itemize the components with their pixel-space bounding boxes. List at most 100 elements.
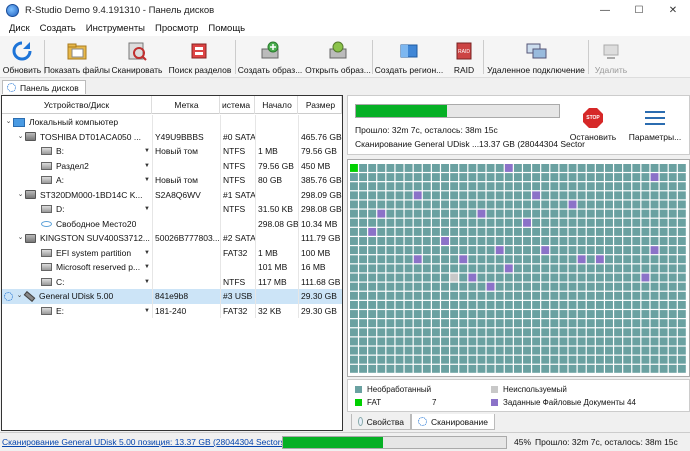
table-row[interactable]: A: ▼ Новый том NTFS 80 GB 385.76 GB xyxy=(2,173,342,188)
table-row[interactable]: ⌄ KINGSTON SUV400S3712... 50026B777803... #… xyxy=(2,231,342,246)
map-cell-unprocessed xyxy=(532,173,541,182)
map-cell-unprocessed xyxy=(623,291,632,300)
table-row[interactable]: C: ▼ NTFS 117 MB 111.68 GB xyxy=(2,274,342,290)
table-row[interactable]: Раздел2 ▼ NTFS 79.56 GB 450 MB xyxy=(2,158,342,174)
show-files-button[interactable]: Показать файлы xyxy=(44,36,110,78)
scan-button[interactable]: Сканировать xyxy=(109,36,165,78)
map-cell-unprocessed xyxy=(595,218,604,227)
chevron-down-icon[interactable]: ⌄ xyxy=(16,188,25,203)
map-cell-document xyxy=(377,209,386,218)
table-row[interactable]: B: ▼ Новый том NTFS 1 MB 79.56 GB xyxy=(2,144,342,159)
create-region-button[interactable]: Создать регион... xyxy=(373,36,445,78)
row-dropdown-icon[interactable]: ▼ xyxy=(144,144,150,159)
create-image-button[interactable]: Создать образ... xyxy=(236,36,304,78)
map-cell-unprocessed xyxy=(559,237,568,245)
header-system[interactable]: истема xyxy=(220,96,255,114)
map-cell-unprocessed xyxy=(450,300,459,309)
map-cell-unprocessed xyxy=(568,319,577,328)
chevron-down-icon[interactable]: ⌄ xyxy=(15,289,24,304)
row-dropdown-icon[interactable]: ▼ xyxy=(144,304,150,319)
map-cell-unprocessed xyxy=(586,209,595,218)
chevron-down-icon[interactable]: ⌄ xyxy=(4,115,13,130)
map-cell-unprocessed xyxy=(641,227,650,236)
menu-help[interactable]: Помощь xyxy=(203,23,250,34)
find-partitions-button[interactable]: Поиск разделов xyxy=(165,36,235,78)
map-cell-unprocessed xyxy=(668,300,677,309)
map-cell-unprocessed xyxy=(513,237,522,245)
map-cell-unprocessed xyxy=(386,282,395,291)
map-cell-unprocessed xyxy=(422,218,431,227)
map-cell-unprocessed xyxy=(532,246,541,255)
row-dropdown-icon[interactable]: ▼ xyxy=(144,246,150,261)
map-cell-unprocessed xyxy=(395,164,404,172)
table-row[interactable]: D: ▼ NTFS 31.50 KB 298.08 GB xyxy=(2,202,342,217)
map-cell-unprocessed xyxy=(541,255,550,264)
tab-disk-panel[interactable]: Панель дисков xyxy=(2,80,86,94)
menu-tools[interactable]: Инструменты xyxy=(81,23,150,34)
map-cell-unprocessed xyxy=(595,200,604,209)
map-cell-unprocessed xyxy=(623,182,632,191)
map-cell-unprocessed xyxy=(404,273,413,282)
map-cell-unprocessed xyxy=(431,164,440,172)
row-dropdown-icon[interactable]: ▼ xyxy=(144,159,150,174)
menu-create[interactable]: Создать xyxy=(35,23,81,34)
cell-start xyxy=(255,115,298,130)
map-cell-unprocessed xyxy=(359,319,368,328)
map-cell-unprocessed xyxy=(641,319,650,328)
map-cell-unprocessed xyxy=(459,182,468,191)
tab-scan[interactable]: Сканирование xyxy=(411,414,495,430)
raid-button[interactable]: RAID RAID xyxy=(445,36,483,78)
refresh-button[interactable]: Обновить xyxy=(0,36,44,78)
map-cell-unprocessed xyxy=(431,182,440,191)
cell-size: 100 MB xyxy=(298,245,342,260)
map-cell-unprocessed xyxy=(550,273,559,282)
header-device[interactable]: Устройство/Диск xyxy=(2,96,152,114)
map-cell-unprocessed xyxy=(395,300,404,309)
map-cell-unprocessed xyxy=(559,264,568,273)
menu-disk[interactable]: Диск xyxy=(4,23,35,34)
header-label[interactable]: Метка xyxy=(152,96,220,114)
remote-connect-button[interactable]: Удаленное подключение xyxy=(484,36,588,78)
cell-system: #0 SATA2, HDD xyxy=(220,129,255,144)
row-dropdown-icon[interactable]: ▼ xyxy=(144,275,150,290)
map-cell-unprocessed xyxy=(386,337,395,346)
maximize-button[interactable]: ☐ xyxy=(622,0,656,20)
scan-time-text: Прошло: 32m 7c, осталось: 38m 15c xyxy=(355,125,498,135)
open-image-button[interactable]: Открыть образ... xyxy=(304,36,372,78)
map-cell-unprocessed xyxy=(377,264,386,273)
table-row[interactable]: ⌄ ST320DM000-1BD14C K... S2A8Q6WV#1 SATA2,… xyxy=(2,187,342,203)
map-cell-unprocessed xyxy=(431,282,440,291)
stop-button[interactable]: STOP Остановить xyxy=(568,108,618,142)
parameters-button[interactable]: Параметры... xyxy=(626,108,684,142)
map-cell-unprocessed xyxy=(659,255,668,264)
map-cell-unprocessed xyxy=(605,182,613,191)
table-row[interactable]: E: ▼ 181-240 FAT32 32 KB 29.30 GB xyxy=(2,303,342,319)
map-cell-unprocessed xyxy=(468,255,477,264)
map-cell-unprocessed xyxy=(413,310,422,319)
delete-button[interactable]: Удалить xyxy=(589,36,633,78)
header-size[interactable]: Размер xyxy=(298,96,342,114)
map-cell-unprocessed xyxy=(532,218,541,227)
status-scan-link[interactable]: Сканирование General UDisk 5.00 позиция:… xyxy=(2,437,288,447)
map-cell-unprocessed xyxy=(395,319,404,328)
map-cell-unprocessed xyxy=(650,264,659,273)
chevron-down-icon[interactable]: ⌄ xyxy=(16,130,25,145)
minimize-button[interactable]: — xyxy=(588,0,622,20)
header-start[interactable]: Начало xyxy=(255,96,298,114)
row-dropdown-icon[interactable]: ▼ xyxy=(144,202,150,217)
row-dropdown-icon[interactable]: ▼ xyxy=(144,173,150,188)
table-row[interactable]: EFI system partition ▼ FAT32 1 MB 100 MB xyxy=(2,245,342,261)
table-row[interactable]: ⌄ General UDisk 5.00 841e9b8 #3 USB 29.30 GB xyxy=(2,289,342,304)
map-cell-unprocessed xyxy=(359,328,368,337)
table-row[interactable]: Microsoft reserved p... ▼ 101 MB 16 MB xyxy=(2,260,342,275)
table-row[interactable]: ⌄ Локальный компьютер xyxy=(2,115,342,130)
table-row[interactable]: ⌄ TOSHIBA DT01ACA050 ... Y49U9BBBS#0 SATA2… xyxy=(2,129,342,145)
chevron-down-icon[interactable]: ⌄ xyxy=(16,231,25,246)
row-dropdown-icon[interactable]: ▼ xyxy=(144,260,150,275)
tab-properties[interactable]: Свойства xyxy=(351,414,411,430)
table-row[interactable]: Свободное Место20 298.08 GB 10.34 MB xyxy=(2,216,342,231)
map-cell-unprocessed xyxy=(677,264,686,273)
map-cell-unprocessed xyxy=(595,237,604,245)
close-button[interactable]: ✕ xyxy=(656,0,690,20)
menu-view[interactable]: Просмотр xyxy=(150,23,203,34)
